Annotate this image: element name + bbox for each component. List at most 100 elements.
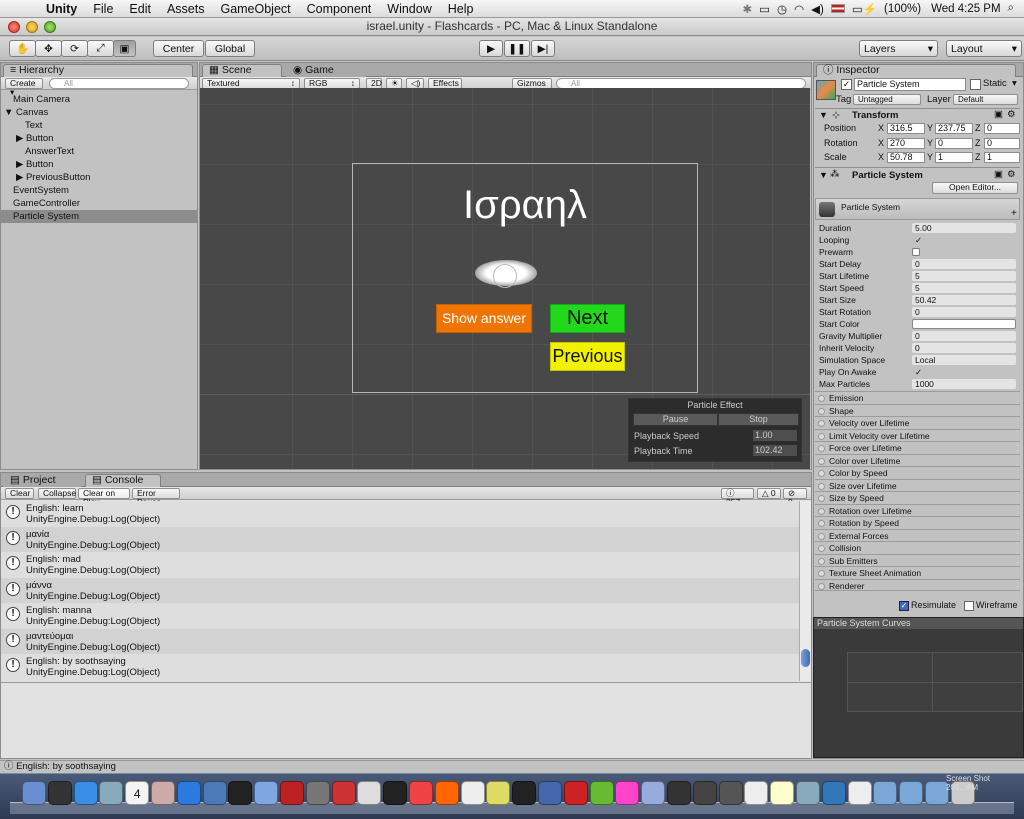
particle-pause-button[interactable]: Pause [633, 413, 718, 426]
unity3-icon[interactable] [718, 781, 743, 805]
help-icon[interactable]: ▣ [994, 169, 1003, 180]
previous-button[interactable]: Previous [550, 342, 625, 371]
console-row[interactable]: ! μανία UnityEngine.Debug:Log(Object) [1, 526, 799, 552]
position-z-input[interactable]: 0 [984, 123, 1020, 134]
hierarchy-item-text[interactable]: Text [1, 119, 197, 132]
notes2-icon[interactable] [486, 781, 511, 805]
checkbox-icon[interactable] [818, 420, 825, 427]
prop-value[interactable]: 50.42 [912, 295, 1016, 305]
resimulate-checkbox[interactable]: ✓ [899, 601, 909, 611]
module-size-speed[interactable]: Size by Speed [815, 491, 1020, 504]
rotation-x-input[interactable]: 270 [887, 138, 925, 149]
firefox-icon[interactable] [434, 781, 459, 805]
start-color-swatch[interactable] [912, 319, 1016, 329]
preview-icon[interactable] [99, 781, 124, 805]
hierarchy-item-gamecontroller[interactable]: GameController [1, 197, 197, 210]
checkbox-icon[interactable] [818, 532, 825, 540]
module-velocity[interactable]: Velocity over Lifetime [815, 416, 1020, 429]
prop-row[interactable]: Start Rotation 0 [818, 306, 1020, 318]
prop-row[interactable]: Start Size 50.42 [818, 294, 1020, 306]
hierarchy-item-particle-system[interactable]: Particle System [1, 210, 197, 223]
volume-icon[interactable]: ◀) [811, 2, 824, 16]
keyboard-icon[interactable] [357, 781, 382, 805]
wifi-icon[interactable]: ◠ [794, 2, 804, 16]
checkbox-icon[interactable] [818, 482, 825, 490]
checkbox-icon[interactable] [818, 582, 825, 590]
module-rotation-speed[interactable]: Rotation by Speed [815, 516, 1020, 529]
clock[interactable]: Wed 4:25 PM [931, 3, 1000, 15]
rotate-tool-button[interactable]: ⟳ [61, 40, 88, 57]
prop-row[interactable]: Start Color [818, 318, 1020, 330]
evernote-icon[interactable] [589, 781, 614, 805]
position-x-input[interactable]: 316.5 [887, 123, 925, 134]
prop-row[interactable]: Looping ✓ [818, 234, 1020, 246]
layer-dropdown[interactable]: Default [953, 94, 1018, 105]
static-dropdown-icon[interactable]: ▾ [1012, 78, 1017, 89]
checkbox-icon[interactable]: ✓ [912, 367, 922, 377]
battery-icon[interactable]: ▭⚡ [852, 2, 877, 16]
checkbox-icon[interactable] [818, 570, 825, 577]
module-force[interactable]: Force over Lifetime [815, 441, 1020, 454]
module-limit-velocity[interactable]: Limit Velocity over Lifetime [815, 428, 1020, 441]
scale-z-input[interactable]: 1 [984, 152, 1020, 163]
console-row[interactable]: ! μάννα UnityEngine.Debug:Log(Object) [1, 577, 799, 603]
rect-tool-button[interactable]: ▣ [113, 40, 136, 57]
tab-hierarchy[interactable]: ≡ Hierarchy [3, 64, 193, 77]
open-editor-button[interactable]: Open Editor... [932, 182, 1018, 194]
console-clear-on-play-button[interactable]: Clear on Play [78, 488, 130, 507]
particle-stop-button[interactable]: Stop [718, 413, 799, 426]
hierarchy-item-button[interactable]: ▶ Button [1, 132, 197, 145]
unity2-icon[interactable] [692, 781, 717, 805]
menu-component[interactable]: Component [299, 2, 380, 16]
toolbox-icon[interactable] [331, 781, 356, 805]
checkbox-icon[interactable] [818, 557, 825, 565]
playback-speed-value[interactable]: 1.00 [753, 430, 797, 441]
tab-console[interactable]: ▤ Console [85, 474, 161, 487]
prop-row[interactable]: Start Speed 5 [818, 282, 1020, 294]
prop-value[interactable]: 5 [912, 283, 1016, 293]
expand-closed-icon[interactable]: ▶ [16, 159, 26, 170]
prop-value[interactable]: 1000 [912, 379, 1016, 389]
tag-dropdown[interactable]: Untagged [853, 94, 921, 105]
play-button[interactable]: ▶ [479, 40, 503, 57]
prop-row[interactable]: Play On Awake ✓ [818, 366, 1020, 378]
checkbox-icon[interactable] [818, 395, 825, 402]
prop-row[interactable]: Duration 5.00 [818, 222, 1020, 234]
checkbox-icon[interactable] [818, 470, 825, 477]
preview2-icon[interactable] [796, 781, 820, 805]
printer-icon[interactable] [744, 781, 769, 805]
appstore-icon[interactable] [176, 781, 201, 805]
pause-button[interactable]: ❚❚ [504, 40, 530, 57]
module-external-forces[interactable]: External Forces [815, 528, 1020, 541]
itunes-icon[interactable] [254, 781, 279, 805]
tab-scene[interactable]: ▦ Scene [202, 64, 282, 77]
expand-closed-icon[interactable]: ▶ [16, 172, 26, 183]
kindle-icon[interactable] [512, 781, 537, 805]
checkbox-icon[interactable] [912, 248, 920, 256]
terminal-icon[interactable] [228, 781, 253, 805]
gallery-icon[interactable] [538, 781, 562, 805]
finder-icon[interactable] [22, 781, 46, 805]
next-button[interactable]: Next [550, 304, 625, 333]
close-window-button[interactable] [8, 21, 20, 33]
marker-icon[interactable] [615, 781, 640, 805]
pivot-center-button[interactable]: Center [153, 40, 204, 57]
rotation-y-input[interactable]: 0 [935, 138, 973, 149]
ps-expand-icon[interactable]: ▼ [819, 170, 828, 180]
menu-gameobject[interactable]: GameObject [212, 2, 298, 16]
hierarchy-search-input[interactable]: All [49, 78, 189, 89]
menu-window[interactable]: Window [379, 2, 439, 16]
gear-icon[interactable]: ⚙ [1007, 109, 1016, 120]
scale-tool-button[interactable]: ⤢ [87, 40, 114, 57]
module-collision[interactable]: Collision [815, 541, 1020, 554]
photos-icon[interactable] [151, 781, 175, 805]
gear-icon[interactable]: ⚙ [1007, 169, 1016, 180]
menu-app[interactable]: Unity [38, 2, 85, 16]
help-icon[interactable]: ▣ [994, 109, 1003, 120]
prop-row[interactable]: Inherit Velocity 0 [818, 342, 1020, 354]
xcode-icon[interactable] [202, 781, 227, 805]
console-scroll-thumb[interactable] [801, 649, 810, 667]
checkbox-icon[interactable] [818, 432, 825, 440]
pivot-global-button[interactable]: Global [205, 40, 255, 57]
layers-dropdown[interactable]: Layers ▾ [859, 40, 938, 57]
